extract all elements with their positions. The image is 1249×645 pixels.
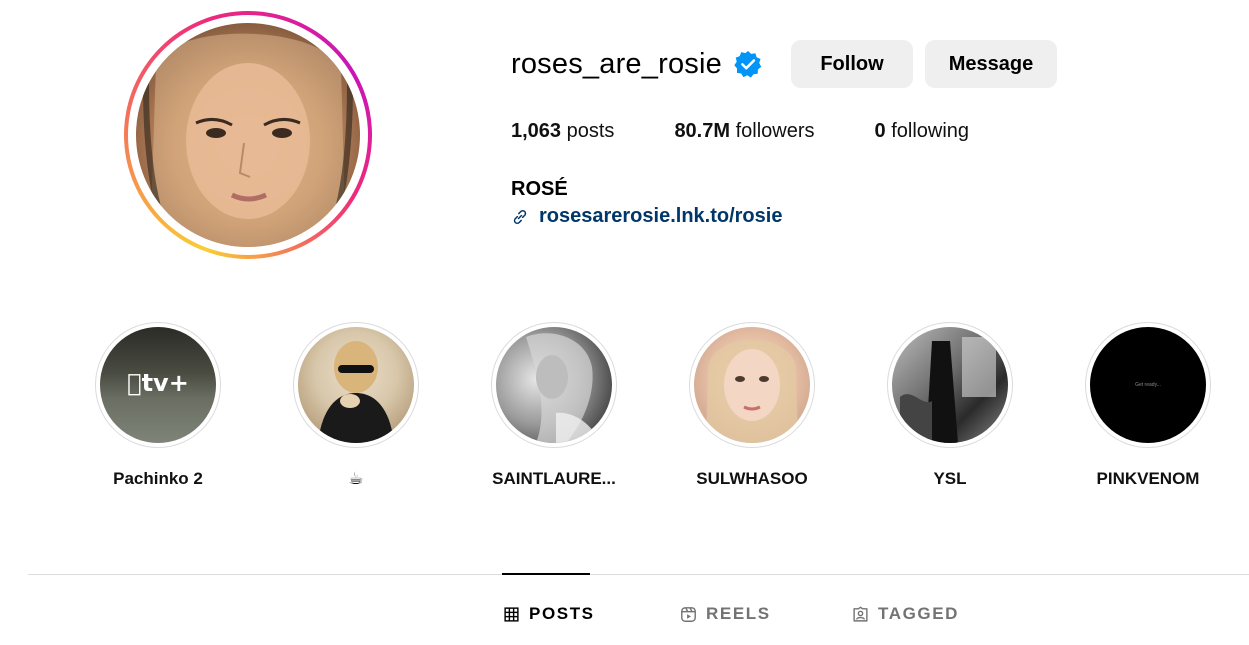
message-button[interactable]: Message	[925, 40, 1057, 88]
username: roses_are_rosie	[511, 47, 722, 80]
following-stat[interactable]: 0 following	[875, 120, 970, 143]
following-count: 0	[874, 120, 886, 142]
highlight-overlay-text: Get ready...	[1135, 382, 1161, 388]
tagged-icon	[853, 606, 868, 622]
username-row: roses_are_rosie	[511, 40, 762, 88]
highlight-item[interactable]: YSL	[865, 322, 1035, 489]
follow-button[interactable]: Follow	[791, 40, 913, 88]
highlight-thumbnail	[694, 327, 810, 443]
bio-link[interactable]: rosesarerosie.lnk.to/rosie	[511, 205, 782, 228]
active-tab-indicator	[502, 573, 590, 575]
highlight-ring	[491, 322, 617, 448]
reels-icon	[681, 606, 696, 622]
highlight-item[interactable]: SAINTLAURE...	[469, 322, 639, 489]
avatar-gap	[128, 15, 368, 255]
highlight-label: SULWHASOO	[696, 469, 808, 488]
highlight-label: ☕	[348, 469, 364, 488]
posts-label: posts	[566, 120, 615, 142]
tab-posts[interactable]: POSTS	[503, 601, 595, 627]
following-label: following	[891, 120, 970, 142]
followers-count: 80.7M	[674, 120, 731, 142]
profile-stats: 1,063 posts 80.7M followers 0 following	[511, 120, 1029, 143]
link-icon	[513, 209, 527, 224]
tab-tagged-label: TAGGED	[878, 604, 960, 623]
highlight-thumbnail	[496, 327, 612, 443]
highlight-item[interactable]: tv+ Pachinko 2	[73, 322, 243, 489]
followers-stat[interactable]: 80.7M followers	[674, 120, 814, 143]
posts-stat: 1,063 posts	[511, 120, 614, 143]
highlight-thumbnail	[298, 327, 414, 443]
highlight-ring	[887, 322, 1013, 448]
profile-page: roses_are_rosie Follow Message 1,063 pos…	[0, 0, 1249, 645]
highlight-item[interactable]: Get ready... PINKVENOM	[1063, 322, 1233, 489]
tab-reels-label: REELS	[706, 604, 771, 623]
highlight-label: YSL	[933, 469, 967, 488]
highlight-label: PINKVENOM	[1096, 469, 1200, 488]
grid-icon	[504, 606, 519, 622]
highlight-thumbnail	[892, 327, 1008, 443]
avatar[interactable]	[136, 23, 360, 247]
highlight-thumbnail: tv+	[100, 327, 216, 443]
tabs-divider	[28, 574, 1249, 575]
highlight-item[interactable]: SULWHASOO	[667, 322, 837, 489]
tab-posts-label: POSTS	[529, 604, 595, 623]
highlight-ring	[293, 322, 419, 448]
verified-badge-icon	[734, 50, 762, 78]
full-name: ROSÉ	[511, 178, 568, 200]
highlight-ring	[689, 322, 815, 448]
highlight-thumbnail: Get ready...	[1090, 327, 1206, 443]
profile-avatar-story-ring[interactable]	[124, 11, 372, 259]
highlight-item[interactable]: ☕	[271, 322, 441, 489]
highlight-ring: tv+	[95, 322, 221, 448]
avatar-portrait	[143, 33, 353, 247]
highlight-ring: Get ready...	[1085, 322, 1211, 448]
followers-label: followers	[735, 120, 815, 142]
tab-tagged[interactable]: TAGGED	[852, 601, 959, 627]
highlight-label: SAINTLAURE...	[492, 469, 616, 488]
bio-link-text[interactable]: rosesarerosie.lnk.to/rosie	[539, 205, 782, 228]
story-highlights: tv+ Pachinko 2 ☕	[0, 322, 1249, 502]
tab-reels[interactable]: REELS	[680, 601, 771, 627]
posts-count: 1,063	[511, 120, 562, 142]
highlight-label: Pachinko 2	[113, 469, 203, 488]
apple-tv-logo-icon: tv+	[127, 369, 189, 397]
